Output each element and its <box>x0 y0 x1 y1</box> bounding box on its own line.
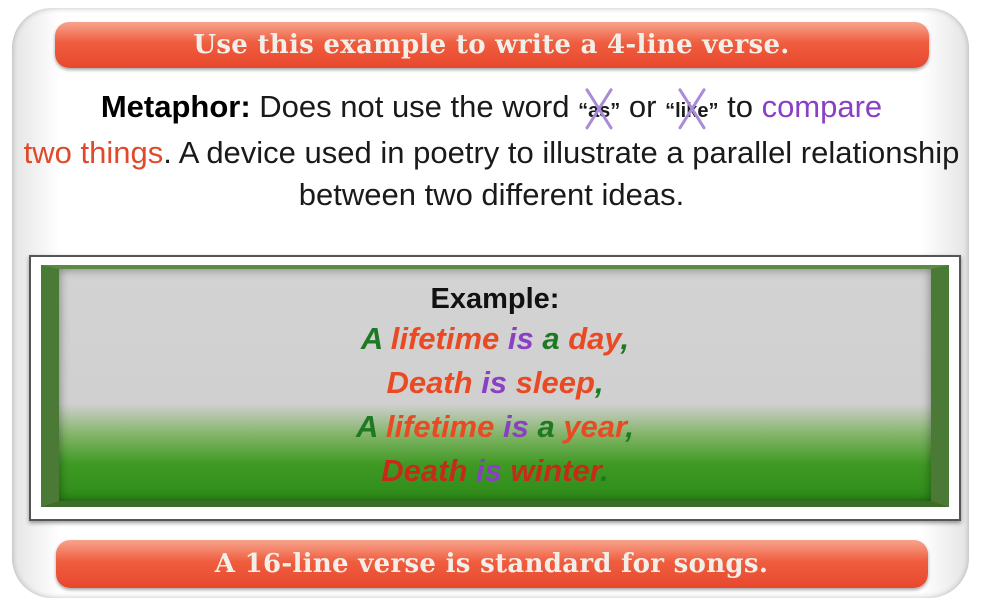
verse-line-2: Death is sleep, <box>59 361 931 405</box>
verse-object: winter <box>510 453 601 488</box>
word-as-label: “as” <box>578 100 621 122</box>
definition-text-to: to <box>718 89 762 124</box>
definition-compare: compare <box>761 89 883 124</box>
definition-text-1: Does not use the word <box>250 89 579 124</box>
word-like-label: “like” <box>665 100 719 122</box>
verse-is: is <box>481 365 516 400</box>
verse-object: year <box>563 409 626 444</box>
verse-line-4: Death is winter. <box>59 449 931 493</box>
verse-subject: lifetime <box>385 409 503 444</box>
footer-text: A 16-line verse is standard for songs. <box>214 549 769 579</box>
verse-object: day <box>568 321 621 356</box>
verse-article: A <box>355 409 386 444</box>
metaphor-definition: Metaphor: Does not use the word “as” or … <box>20 86 963 216</box>
verse-line-3: A lifetime is a year, <box>59 405 931 449</box>
verse-punctuation: , <box>625 409 635 444</box>
definition-text-or: or <box>620 89 666 124</box>
verse-punctuation: , <box>620 321 630 356</box>
verse-article: a <box>542 321 569 356</box>
definition-two-things: two things <box>23 135 164 170</box>
definition-text-rest: . A device used in poetry to illustrate … <box>163 135 960 212</box>
example-frame: Example: A lifetime is a day, Death is s… <box>29 255 961 521</box>
verse-punctuation: , <box>594 365 604 400</box>
example-panel: Example: A lifetime is a day, Death is s… <box>41 265 949 507</box>
verse-line-1: A lifetime is a day, <box>59 317 931 361</box>
header-banner: Use this example to write a 4-line verse… <box>54 22 929 68</box>
footer-banner: A 16-line verse is standard for songs. <box>55 540 928 588</box>
example-heading: Example: <box>430 283 560 315</box>
word-as: “as” <box>578 88 621 132</box>
definition-term: Metaphor: <box>100 89 251 124</box>
verse-punctuation: . <box>600 453 609 488</box>
verse-subject: Death <box>381 453 477 488</box>
verse-article: A <box>360 321 391 356</box>
verse-is: is <box>502 409 538 444</box>
word-like: “like” <box>665 88 719 132</box>
verse-article: a <box>537 409 564 444</box>
verse-subject: Death <box>386 365 482 400</box>
example-content: Example: A lifetime is a day, Death is s… <box>59 281 931 493</box>
verse-is: is <box>507 321 543 356</box>
verse-object: sleep <box>515 365 595 400</box>
verse-is: is <box>476 453 511 488</box>
header-text: Use this example to write a 4-line verse… <box>193 30 790 60</box>
verse-subject: lifetime <box>390 321 508 356</box>
